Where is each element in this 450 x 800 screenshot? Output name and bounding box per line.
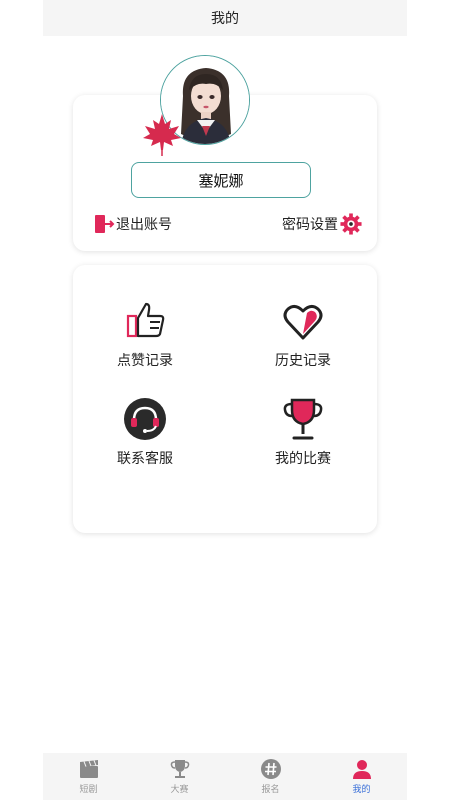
password-settings-label: 密码设置 (282, 217, 338, 233)
gear-icon (340, 213, 362, 235)
menu-item-history[interactable]: 历史记录 (243, 298, 363, 370)
hashtag-icon (260, 759, 281, 779)
page-title: 我的 (211, 11, 239, 27)
menu-item-history-label: 历史记录 (275, 353, 331, 369)
logout-button[interactable]: 退出账号 (93, 212, 172, 236)
logout-icon (95, 215, 115, 233)
menu-item-my-contests[interactable]: 我的比赛 (243, 396, 363, 468)
bottom-tab-bar: 短剧 大赛 报名 我的 (43, 753, 407, 800)
tab-signup[interactable]: 报名 (225, 753, 316, 800)
tab-short-drama-label: 短剧 (79, 785, 98, 795)
trophy-icon (170, 760, 189, 778)
username: 塞妮娜 (198, 171, 244, 190)
tab-mine[interactable]: 我的 (316, 753, 407, 800)
maple-leaf-icon (143, 114, 181, 156)
password-settings-button[interactable]: 密码设置 (282, 212, 362, 236)
page-header: 我的 (43, 0, 407, 36)
clapperboard-icon (79, 760, 98, 778)
tab-signup-label: 报名 (261, 785, 280, 795)
trophy-icon (283, 398, 323, 440)
menu-item-customer-service-label: 联系客服 (117, 451, 173, 467)
headset-icon (124, 398, 166, 440)
menu-item-my-contests-label: 我的比赛 (275, 451, 331, 467)
username-display: 塞妮娜 (131, 162, 311, 198)
heart-icon (283, 304, 323, 340)
tab-short-drama[interactable]: 短剧 (43, 753, 134, 800)
tab-mine-label: 我的 (352, 785, 371, 795)
tab-contest[interactable]: 大赛 (134, 753, 225, 800)
menu-item-likes[interactable]: 点赞记录 (85, 298, 205, 370)
menu-item-likes-label: 点赞记录 (117, 353, 173, 369)
tab-contest-label: 大赛 (170, 785, 189, 795)
menu-item-customer-service[interactable]: 联系客服 (85, 396, 205, 468)
logout-label: 退出账号 (116, 217, 172, 233)
thumbs-up-icon (126, 302, 165, 338)
person-icon (352, 760, 371, 779)
